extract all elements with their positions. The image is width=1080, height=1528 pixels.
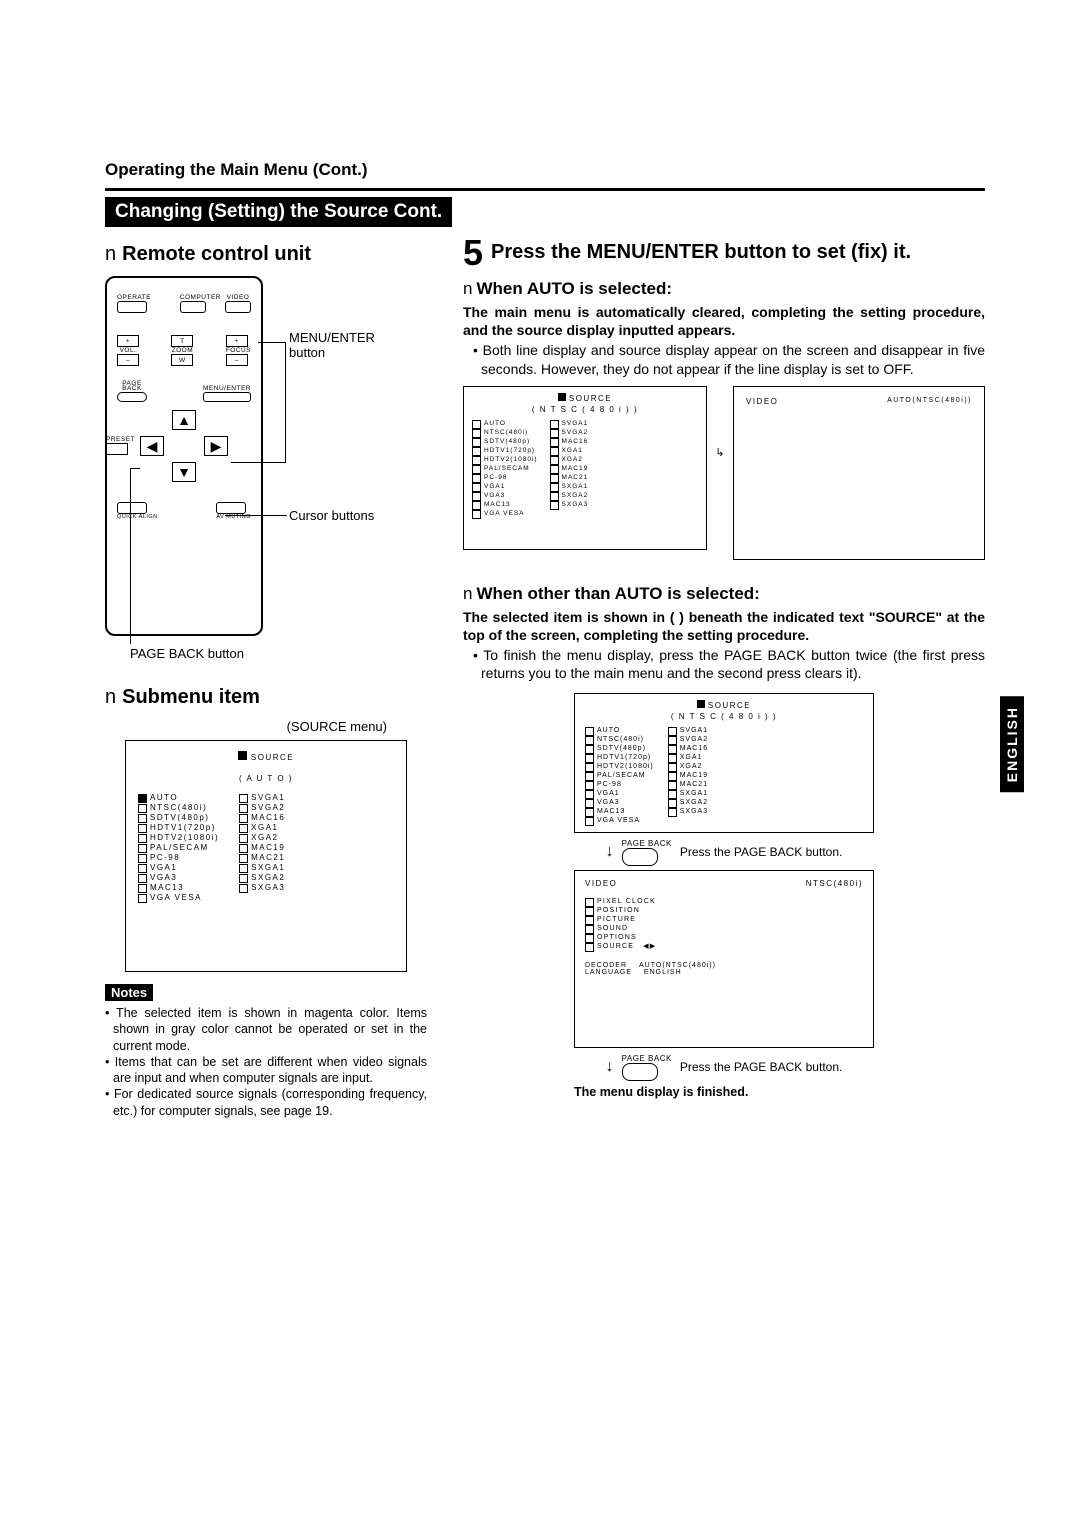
osd-item: SVGA1 — [550, 420, 589, 429]
osd-item: AUTO — [138, 793, 219, 803]
osd-item: HDTV1(720p) — [585, 754, 654, 763]
source-menu-left: SOURCE ( A U T O ) AUTONTSC(480i)SDTV(48… — [125, 740, 407, 972]
osd-item: MAC19 — [550, 465, 589, 474]
osd-item: SVGA1 — [668, 727, 708, 736]
osd-item: SDTV(480p) — [138, 813, 219, 823]
osd-item: PAL/SECAM — [585, 772, 654, 781]
remote-diagram: MENU/ENTER button Cursor buttons PAGE BA… — [105, 276, 427, 656]
other-bold-text: The selected item is shown in ( ) beneat… — [463, 608, 985, 644]
osd-item: SXGA3 — [239, 883, 285, 893]
other-bullet-text: • To finish the menu display, press the … — [473, 646, 985, 682]
osd-item: SXGA2 — [239, 873, 285, 883]
osd-item: MAC13 — [472, 501, 538, 510]
osd-item: NTSC(480i) — [472, 429, 538, 438]
main-menu-item: OPTIONS — [585, 934, 863, 943]
osd-item: MAC19 — [239, 843, 285, 853]
auto-bullet-text: • Both line display and source display a… — [473, 341, 985, 377]
osd-item: SXGA1 — [550, 483, 589, 492]
osd-item: PC-98 — [472, 474, 538, 483]
down-arrow-icon: ↓ — [606, 843, 614, 861]
osd-item: MAC16 — [239, 813, 285, 823]
label-page-back: PAGE BACK button — [130, 646, 244, 661]
when-auto-heading: nWhen AUTO is selected: — [463, 279, 985, 299]
subsection-bar: Changing (Setting) the Source Cont. — [105, 197, 452, 227]
osd-item: SXGA2 — [668, 799, 708, 808]
osd-item: VGA VESA — [472, 510, 538, 519]
osd-item: MAC13 — [138, 883, 219, 893]
main-menu-item: POSITION — [585, 907, 863, 916]
when-other-heading: nWhen other than AUTO is selected: — [463, 584, 985, 604]
arrow-icon: ↳ — [707, 386, 733, 459]
osd-item: PC-98 — [138, 853, 219, 863]
source-menu-caption: (SOURCE menu) — [105, 719, 427, 734]
note-3: • For dedicated source signals (correspo… — [105, 1086, 427, 1119]
osd-item: SVGA2 — [239, 803, 285, 813]
osd-item: XGA2 — [668, 763, 708, 772]
osd-item: MAC13 — [585, 808, 654, 817]
osd-item: SXGA3 — [668, 808, 708, 817]
down-arrow-icon: ↓ — [606, 1058, 614, 1076]
osd-item: VGA1 — [472, 483, 538, 492]
remote-heading: nRemote control unit — [105, 243, 427, 266]
osd-item: MAC16 — [550, 438, 589, 447]
osd-item: VGA VESA — [585, 817, 654, 826]
auto-result-diagram: SOURCE ( N T S C ( 4 8 0 i ) ) AUTONTSC(… — [463, 386, 985, 560]
osd-item: NTSC(480i) — [138, 803, 219, 813]
osd-item: SVGA1 — [239, 793, 285, 803]
osd-item: HDTV1(720p) — [472, 447, 538, 456]
osd-item: VGA1 — [138, 863, 219, 873]
main-menu-item: SOURCE ◀▶ — [585, 943, 863, 952]
osd-item: XGA2 — [239, 833, 285, 843]
osd-item: MAC16 — [668, 745, 708, 754]
osd-item: PAL/SECAM — [472, 465, 538, 474]
osd-item: XGA1 — [668, 754, 708, 763]
main-menu-item: PIXEL CLOCK — [585, 898, 863, 907]
osd-item: XGA1 — [550, 447, 589, 456]
label-cursor: Cursor buttons — [289, 508, 374, 523]
finished-text: The menu display is finished. — [574, 1085, 874, 1099]
osd-item: MAC19 — [668, 772, 708, 781]
osd-item: HDTV2(1080i) — [585, 763, 654, 772]
osd-item: PC-98 — [585, 781, 654, 790]
osd-item: XGA2 — [550, 456, 589, 465]
osd-item: SVGA2 — [550, 429, 589, 438]
osd-item: VGA3 — [472, 492, 538, 501]
osd-item: VGA VESA — [138, 893, 219, 903]
notes-label: Notes — [105, 984, 153, 1001]
osd-item: MAC21 — [239, 853, 285, 863]
page-back-icon — [622, 848, 658, 866]
osd-item: PAL/SECAM — [138, 843, 219, 853]
step-title: 5 Press the MENU/ENTER button to set (fi… — [463, 241, 985, 269]
osd-item: VGA3 — [585, 799, 654, 808]
osd-item: XGA1 — [239, 823, 285, 833]
osd-item: HDTV1(720p) — [138, 823, 219, 833]
osd-item: SXGA1 — [668, 790, 708, 799]
osd-item: HDTV2(1080i) — [138, 833, 219, 843]
osd-item: HDTV2(1080i) — [472, 456, 538, 465]
osd-item: MAC21 — [550, 474, 589, 483]
note-1: • The selected item is shown in magenta … — [105, 1005, 427, 1054]
note-2: • Items that can be set are different wh… — [105, 1054, 427, 1087]
osd-item: SXGA2 — [550, 492, 589, 501]
osd-item: VGA1 — [585, 790, 654, 799]
submenu-heading: nSubmenu item — [105, 686, 427, 709]
osd-item: AUTO — [472, 420, 538, 429]
other-flow-diagram: SOURCE ( N T S C ( 4 8 0 i ) ) AUTONTSC(… — [574, 693, 874, 1099]
section-heading: Operating the Main Menu (Cont.) — [105, 160, 985, 180]
osd-item: SXGA1 — [239, 863, 285, 873]
osd-item: SDTV(480p) — [585, 745, 654, 754]
language-tab: ENGLISH — [1000, 696, 1024, 792]
osd-item: AUTO — [585, 727, 654, 736]
auto-bold-text: The main menu is automatically cleared, … — [463, 303, 985, 339]
label-menu-enter: MENU/ENTER button — [289, 330, 409, 360]
osd-item: VGA3 — [138, 873, 219, 883]
page-back-icon — [622, 1063, 658, 1081]
main-menu-item: SOUND — [585, 925, 863, 934]
osd-item: MAC21 — [668, 781, 708, 790]
osd-item: SDTV(480p) — [472, 438, 538, 447]
osd-item: NTSC(480i) — [585, 736, 654, 745]
osd-item: SXGA3 — [550, 501, 589, 510]
osd-item: SVGA2 — [668, 736, 708, 745]
main-menu-item: PICTURE — [585, 916, 863, 925]
